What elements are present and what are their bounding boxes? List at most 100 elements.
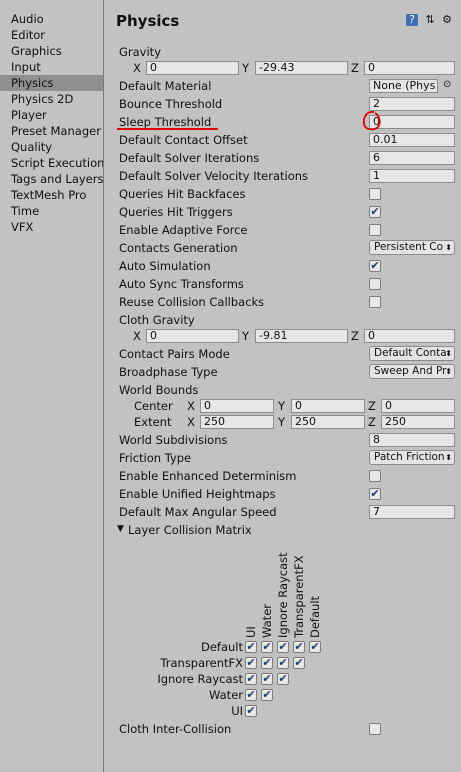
friction-type-dropdown[interactable]: Patch Friction ⬍ — [369, 450, 455, 465]
gravity-z-label: Z — [351, 61, 359, 75]
sidebar-item-preset-manager[interactable]: Preset Manager — [0, 123, 103, 139]
broadphase-type-dropdown[interactable]: Sweep And Pr ⬍ — [369, 364, 455, 379]
gravity-y-field[interactable]: -29.43 — [255, 61, 348, 75]
gravity-label: Gravity — [119, 45, 162, 59]
presets-icon[interactable]: ⇅ — [424, 14, 436, 26]
layer-collision-matrix-label[interactable]: Layer Collision Matrix — [128, 523, 252, 537]
extent-z-field[interactable]: 250 — [381, 415, 455, 429]
dropdown-arrow-icon: ⬍ — [445, 349, 452, 358]
auto-simulation-checkbox[interactable]: ✔ — [369, 260, 381, 272]
matrix-checkbox[interactable]: ✔ — [245, 641, 257, 653]
matrix-checkbox[interactable]: ✔ — [261, 657, 273, 669]
gear-icon[interactable]: ⚙ — [441, 14, 453, 26]
gravity-y-label: Y — [242, 61, 250, 75]
center-y-field[interactable]: 0 — [291, 399, 365, 413]
enable-enhanced-determinism-checkbox[interactable] — [369, 470, 381, 482]
matrix-checkbox[interactable]: ✔ — [245, 657, 257, 669]
broadphase-type-value: Sweep And Pr — [374, 365, 447, 377]
cloth-inter-collision-checkbox[interactable] — [369, 723, 381, 735]
reuse-collision-callbacks-label: Reuse Collision Callbacks — [119, 295, 265, 309]
sidebar-item-quality[interactable]: Quality — [0, 139, 103, 155]
contacts-generation-dropdown[interactable]: Persistent Co ⬍ — [369, 240, 455, 255]
queries-hit-backfaces-checkbox[interactable] — [369, 188, 381, 200]
matrix-checkbox[interactable]: ✔ — [261, 689, 273, 701]
sidebar-item-textmesh-pro[interactable]: TextMesh Pro — [0, 187, 103, 203]
matrix-col-water: Water — [260, 604, 274, 638]
foldout-arrow-icon[interactable]: ▼ — [117, 524, 124, 534]
cloth-gravity-z-label: Z — [351, 329, 359, 343]
sidebar-item-audio[interactable]: Audio — [0, 11, 103, 27]
extent-y-label: Y — [278, 415, 286, 429]
sidebar-item-input[interactable]: Input — [0, 59, 103, 75]
matrix-checkbox[interactable]: ✔ — [293, 641, 305, 653]
gravity-z-field[interactable]: 0 — [364, 61, 455, 75]
matrix-checkbox[interactable]: ✔ — [277, 657, 289, 669]
auto-sync-transforms-checkbox[interactable] — [369, 278, 381, 290]
matrix-col-transparentfx: TransparentFX — [292, 555, 306, 638]
sidebar-item-physics[interactable]: Physics — [0, 75, 103, 91]
help-book-icon[interactable]: ? — [406, 14, 418, 26]
enable-unified-heightmaps-checkbox[interactable]: ✔ — [369, 488, 381, 500]
center-x-label: X — [187, 399, 195, 413]
cloth-gravity-y-field[interactable]: -9.81 — [255, 329, 348, 343]
bounce-threshold-label: Bounce Threshold — [119, 97, 223, 111]
matrix-checkbox[interactable]: ✔ — [261, 673, 273, 685]
matrix-checkbox[interactable]: ✔ — [277, 673, 289, 685]
default-contact-offset-field[interactable]: 0.01 — [369, 133, 455, 147]
cloth-gravity-x-field[interactable]: 0 — [146, 329, 239, 343]
matrix-row-transparentfx: TransparentFX — [160, 656, 243, 670]
default-max-angular-speed-field[interactable]: 7 — [369, 505, 455, 519]
annotation-circle — [362, 111, 381, 131]
queries-hit-triggers-checkbox[interactable]: ✔ — [369, 206, 381, 218]
auto-simulation-label: Auto Simulation — [119, 259, 211, 273]
matrix-checkbox[interactable]: ✔ — [245, 705, 257, 717]
sidebar-item-graphics[interactable]: Graphics — [0, 43, 103, 59]
contact-pairs-mode-dropdown[interactable]: Default Conta ⬍ — [369, 346, 455, 361]
extent-y-field[interactable]: 250 — [291, 415, 365, 429]
contact-pairs-mode-value: Default Conta — [374, 347, 447, 359]
sidebar-item-script-execution-order[interactable]: Script Execution Order — [0, 155, 103, 171]
default-solver-velocity-iterations-field[interactable]: 1 — [369, 169, 455, 183]
matrix-checkbox[interactable]: ✔ — [309, 641, 321, 653]
sidebar-item-tags-and-layers[interactable]: Tags and Layers — [0, 171, 103, 187]
gravity-x-label: X — [133, 61, 141, 75]
sidebar-item-time[interactable]: Time — [0, 203, 103, 219]
broadphase-type-label: Broadphase Type — [119, 365, 218, 379]
matrix-row-ui: UI — [231, 704, 243, 718]
matrix-checkbox[interactable]: ✔ — [245, 673, 257, 685]
queries-hit-triggers-label: Queries Hit Triggers — [119, 205, 233, 219]
world-subdivisions-label: World Subdivisions — [119, 433, 228, 447]
sleep-threshold-label: Sleep Threshold — [119, 115, 212, 129]
default-solver-iterations-field[interactable]: 6 — [369, 151, 455, 165]
extent-x-field[interactable]: 250 — [200, 415, 274, 429]
center-x-field[interactable]: 0 — [200, 399, 274, 413]
contacts-generation-label: Contacts Generation — [119, 241, 238, 255]
matrix-checkbox[interactable]: ✔ — [293, 657, 305, 669]
sidebar-item-editor[interactable]: Editor — [0, 27, 103, 43]
object-picker-icon[interactable]: ⊙ — [443, 79, 451, 90]
world-bounds-label: World Bounds — [119, 383, 199, 397]
sidebar-item-physics-2d[interactable]: Physics 2D — [0, 91, 103, 107]
enable-enhanced-determinism-label: Enable Enhanced Determinism — [119, 469, 297, 483]
world-bounds-center-label: Center — [134, 399, 173, 413]
auto-sync-transforms-label: Auto Sync Transforms — [119, 277, 244, 291]
matrix-checkbox[interactable]: ✔ — [277, 641, 289, 653]
cloth-gravity-z-field[interactable]: 0 — [364, 329, 455, 343]
reuse-collision-callbacks-checkbox[interactable] — [369, 296, 381, 308]
default-max-angular-speed-label: Default Max Angular Speed — [119, 505, 277, 519]
matrix-row-labels: Default TransparentFX Ignore Raycast Wat… — [110, 640, 243, 720]
matrix-checkbox[interactable]: ✔ — [245, 689, 257, 701]
sidebar-item-vfx[interactable]: VFX — [0, 219, 103, 235]
sidebar-item-player[interactable]: Player — [0, 107, 103, 123]
center-z-field[interactable]: 0 — [381, 399, 455, 413]
enable-adaptive-force-checkbox[interactable] — [369, 224, 381, 236]
gravity-x-field[interactable]: 0 — [146, 61, 239, 75]
matrix-row-default: Default — [200, 640, 243, 654]
annotation-underline — [117, 128, 218, 130]
friction-type-value: Patch Friction — [374, 451, 445, 463]
default-material-field[interactable]: None (Phys — [369, 79, 438, 93]
world-subdivisions-field[interactable]: 8 — [369, 433, 455, 447]
cloth-gravity-label: Cloth Gravity — [119, 313, 195, 327]
matrix-checkbox[interactable]: ✔ — [261, 641, 273, 653]
cloth-gravity-x-label: X — [133, 329, 141, 343]
